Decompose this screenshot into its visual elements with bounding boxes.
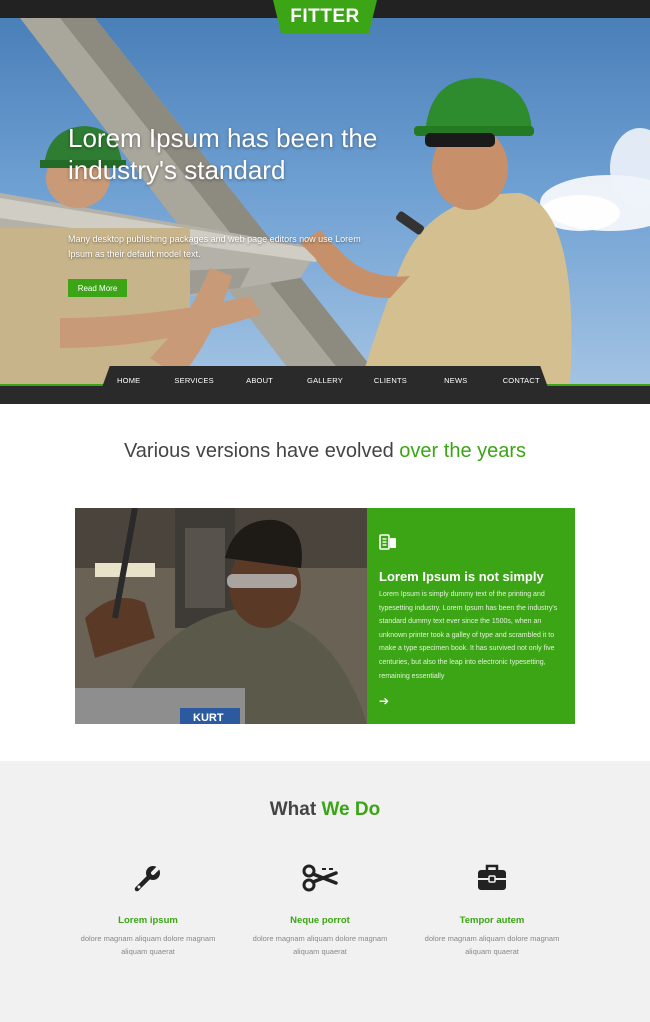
service-text: dolore magnam aliquam dolore magnam aliq… bbox=[252, 934, 388, 956]
hero-description: Many desktop publishing packages and web… bbox=[68, 234, 361, 259]
service-text: dolore magnam aliquam dolore magnam aliq… bbox=[80, 934, 216, 956]
what-we-do-title: What We Do bbox=[0, 799, 650, 821]
document-icon bbox=[379, 534, 396, 550]
nav-item-clients[interactable]: CLIENTS bbox=[358, 366, 423, 394]
service-title: Tempor autem bbox=[459, 915, 525, 926]
arrow-right-icon[interactable]: ➔ bbox=[379, 694, 389, 708]
service-item[interactable]: Neque porrot dolore magnam aliquam dolor… bbox=[240, 861, 400, 958]
svg-text:KURT: KURT bbox=[193, 712, 224, 724]
briefcase-icon bbox=[478, 864, 506, 890]
site-logo[interactable]: FITTER bbox=[273, 0, 377, 34]
what-we-do-section: What We Do Lorem ipsum dolore magnam ali… bbox=[0, 761, 650, 1022]
feature-text: Lorem Ipsum is simply dummy text of the … bbox=[379, 591, 558, 680]
service-item[interactable]: Tempor autem dolore magnam aliquam dolor… bbox=[412, 861, 572, 958]
main-navigation: HOME SERVICES ABOUT GALLERY CLIENTS NEWS… bbox=[96, 366, 554, 394]
what-we-do-title-plain: What bbox=[269, 799, 317, 820]
feature-card: Lorem Ipsum is not simply Lorem Ipsum is… bbox=[367, 508, 575, 724]
section-title-versions: Various versions have evolved over the y… bbox=[0, 440, 650, 463]
feature-title: Lorem Ipsum is not simply bbox=[379, 569, 544, 584]
nav-item-about[interactable]: ABOUT bbox=[227, 366, 292, 394]
feature-photo: KURT bbox=[75, 508, 367, 724]
wrench-icon bbox=[134, 864, 162, 892]
section-title-plain: Various versions have evolved bbox=[123, 440, 394, 462]
nav-item-news[interactable]: NEWS bbox=[423, 366, 488, 394]
scissors-icon bbox=[302, 864, 338, 892]
hero-title: Lorem Ipsum has been the industry's stan… bbox=[68, 123, 378, 185]
nav-item-gallery[interactable]: GALLERY bbox=[292, 366, 357, 394]
nav-item-services[interactable]: SERVICES bbox=[161, 366, 226, 394]
nav-item-home[interactable]: HOME bbox=[96, 366, 161, 394]
hero-photo bbox=[0, 18, 650, 384]
service-title: Neque porrot bbox=[290, 915, 350, 926]
service-text: dolore magnam aliquam dolore magnam aliq… bbox=[424, 934, 560, 956]
section-title-accent: over the years bbox=[399, 440, 527, 462]
service-title: Lorem ipsum bbox=[118, 915, 178, 926]
nav-item-contact[interactable]: CONTACT bbox=[489, 366, 554, 394]
what-we-do-title-accent: We Do bbox=[321, 799, 381, 820]
hero-banner: Lorem Ipsum has been the industry's stan… bbox=[0, 18, 650, 384]
service-item[interactable]: Lorem ipsum dolore magnam aliquam dolore… bbox=[68, 861, 228, 958]
read-more-button[interactable]: Read More bbox=[68, 279, 127, 297]
